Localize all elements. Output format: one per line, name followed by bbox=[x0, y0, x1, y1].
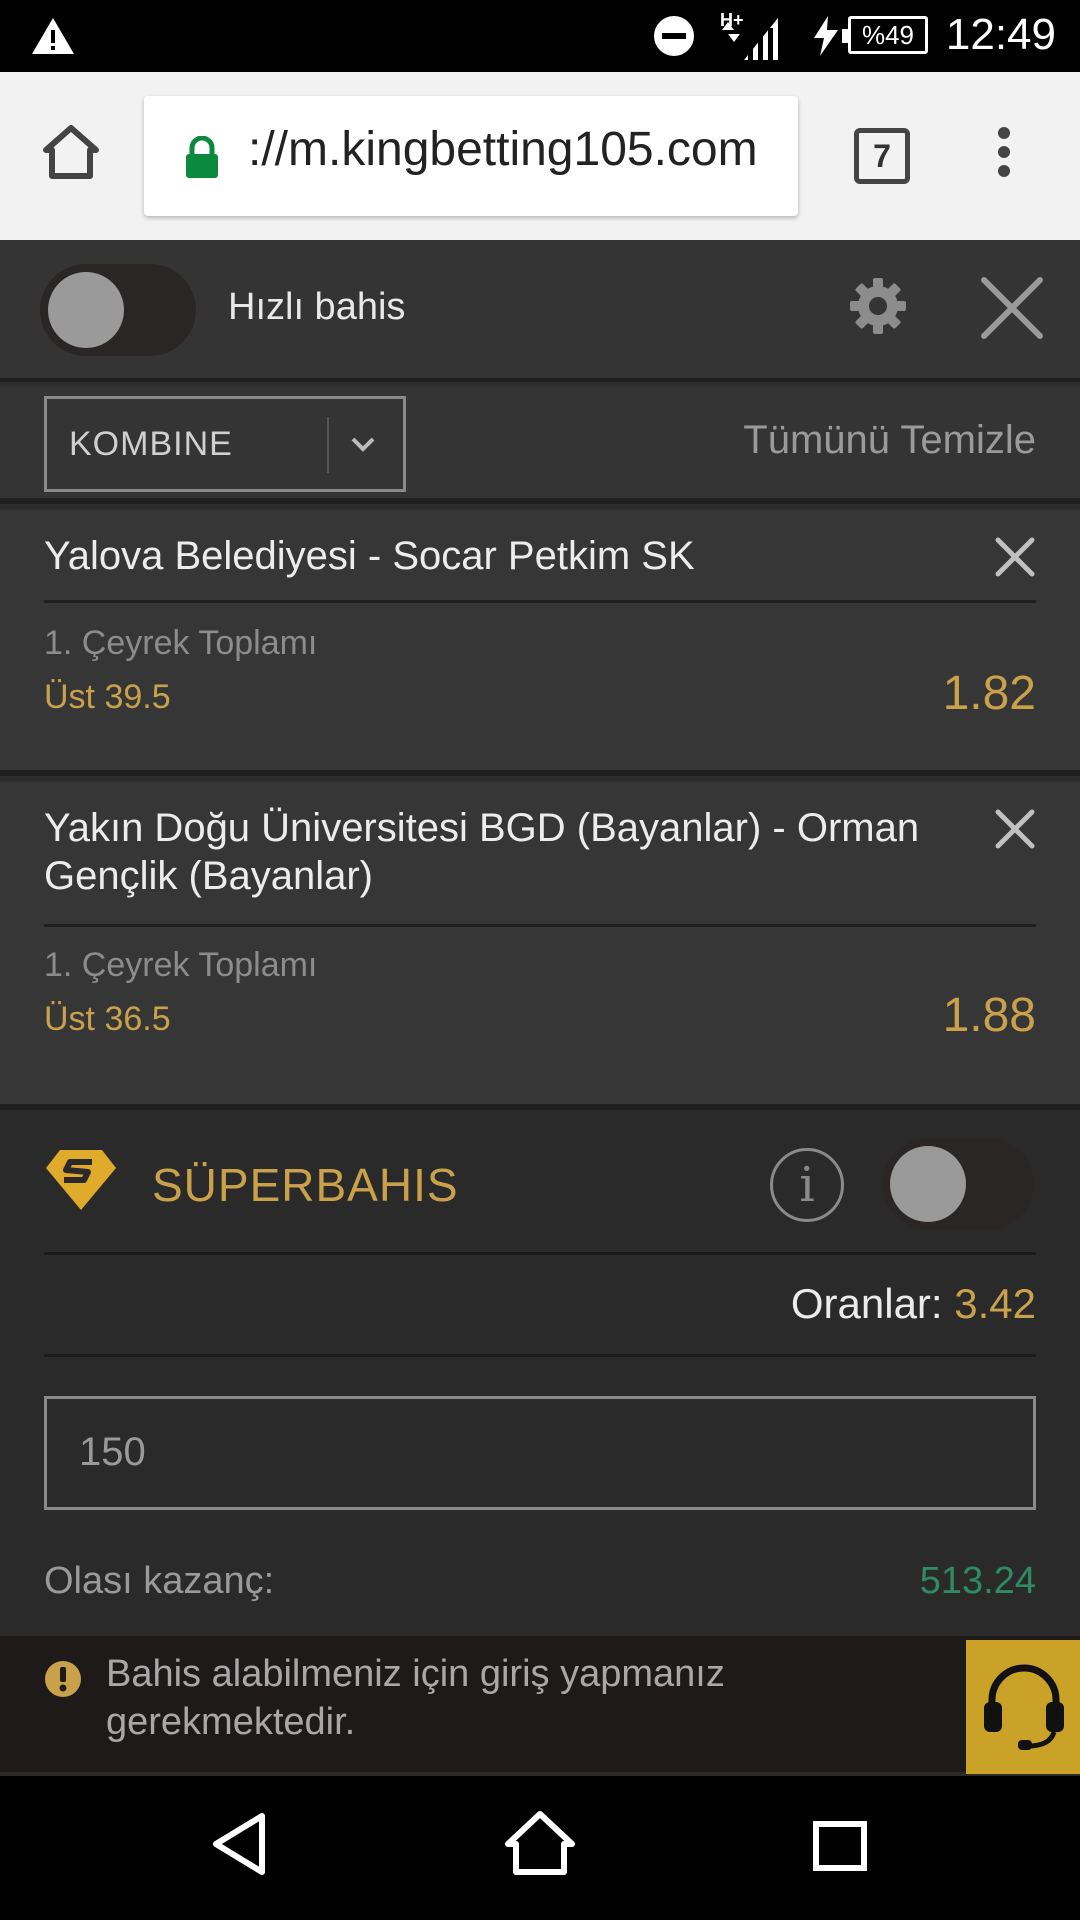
toggle-knob bbox=[890, 1146, 966, 1222]
warning-icon bbox=[30, 16, 76, 61]
bet-odds: 1.82 bbox=[942, 667, 1036, 720]
total-odds-row: Oranlar: 3.42 bbox=[791, 1280, 1036, 1328]
toggle-knob bbox=[48, 272, 124, 348]
total-odds-value: 3.42 bbox=[954, 1280, 1036, 1327]
recent-apps-icon[interactable] bbox=[812, 1820, 868, 1877]
exclamation-icon bbox=[44, 1660, 82, 1703]
signal-icon: H+ bbox=[718, 8, 780, 67]
chevron-down-icon bbox=[349, 425, 377, 470]
more-vert-icon[interactable] bbox=[996, 126, 1012, 183]
status-bar: H+ %49 12:49 bbox=[0, 0, 1080, 72]
superbahis-label: SÜPERBAHIS bbox=[152, 1159, 459, 1211]
info-icon[interactable]: i bbox=[770, 1148, 844, 1222]
possible-win-value: 513.24 bbox=[919, 1560, 1036, 1602]
quick-bet-toggle[interactable] bbox=[40, 264, 196, 356]
address-bar[interactable]: ://m.kingbetting105.com bbox=[144, 96, 798, 216]
bet-odds: 1.88 bbox=[942, 989, 1036, 1042]
bet-teams: Yakın Doğu Üniversitesi BGD (Bayanlar) -… bbox=[44, 806, 920, 898]
possible-win-label: Olası kazanç: bbox=[44, 1560, 275, 1602]
bet-teams: Yalova Belediyesi - Socar Petkim SK bbox=[44, 534, 695, 578]
system-nav-bar bbox=[0, 1776, 1080, 1920]
superbahis-logo-icon bbox=[44, 1148, 118, 1217]
lock-icon bbox=[184, 135, 220, 185]
bet-type-value: KOMBINE bbox=[69, 425, 233, 463]
bet-slip-header: Hızlı bahis bbox=[0, 240, 1080, 382]
tabs-icon[interactable]: 7 bbox=[854, 128, 910, 184]
remove-bet-icon[interactable] bbox=[994, 808, 1036, 855]
divider bbox=[44, 1354, 1036, 1357]
battery-icon: %49 bbox=[842, 16, 928, 54]
bet-market: 1. Çeyrek Toplamı bbox=[44, 624, 318, 662]
close-icon[interactable] bbox=[980, 276, 1044, 345]
bet-market: 1. Çeyrek Toplamı bbox=[44, 946, 318, 984]
clear-all-button[interactable]: Tümünü Temizle bbox=[743, 418, 1036, 463]
divider bbox=[44, 1252, 1036, 1255]
quick-bet-label: Hızlı bahis bbox=[228, 286, 406, 328]
bet-type-row: KOMBINE Tümünü Temizle bbox=[0, 386, 1080, 504]
stake-input[interactable]: 150 bbox=[44, 1396, 1036, 1510]
svg-text:H+: H+ bbox=[720, 10, 744, 30]
bet-selection: Üst 36.5 bbox=[44, 1000, 171, 1038]
url-text[interactable]: ://m.kingbetting105.com bbox=[248, 122, 758, 177]
remove-bet-icon[interactable] bbox=[994, 536, 1036, 583]
bet-item: Yalova Belediyesi - Socar Petkim SK 1. Ç… bbox=[0, 510, 1080, 776]
back-icon[interactable] bbox=[210, 1812, 270, 1881]
support-button[interactable] bbox=[966, 1640, 1080, 1774]
home-icon[interactable] bbox=[42, 124, 100, 185]
home-nav-icon[interactable] bbox=[504, 1810, 576, 1881]
browser-toolbar: ://m.kingbetting105.com 7 bbox=[0, 72, 1080, 240]
bet-type-select[interactable]: KOMBINE bbox=[44, 396, 406, 492]
bet-slip: Hızlı bahis KOMBINE Tümünü Temizle Yalov… bbox=[0, 240, 1080, 1776]
gear-icon[interactable] bbox=[848, 276, 908, 341]
odds-label: Oranlar: bbox=[790, 1280, 943, 1327]
divider bbox=[44, 600, 1036, 603]
login-alert: Bahis alabilmeniz için giriş yapmanız ge… bbox=[0, 1636, 1080, 1772]
select-divider bbox=[327, 417, 329, 473]
login-alert-text: Bahis alabilmeniz için giriş yapmanız ge… bbox=[106, 1653, 725, 1743]
clock: 12:49 bbox=[945, 10, 1056, 59]
charging-icon bbox=[812, 16, 840, 61]
divider bbox=[44, 924, 1036, 927]
bet-selection: Üst 39.5 bbox=[44, 678, 171, 716]
superbahis-toggle[interactable] bbox=[882, 1138, 1034, 1230]
do-not-disturb-icon bbox=[652, 14, 696, 63]
